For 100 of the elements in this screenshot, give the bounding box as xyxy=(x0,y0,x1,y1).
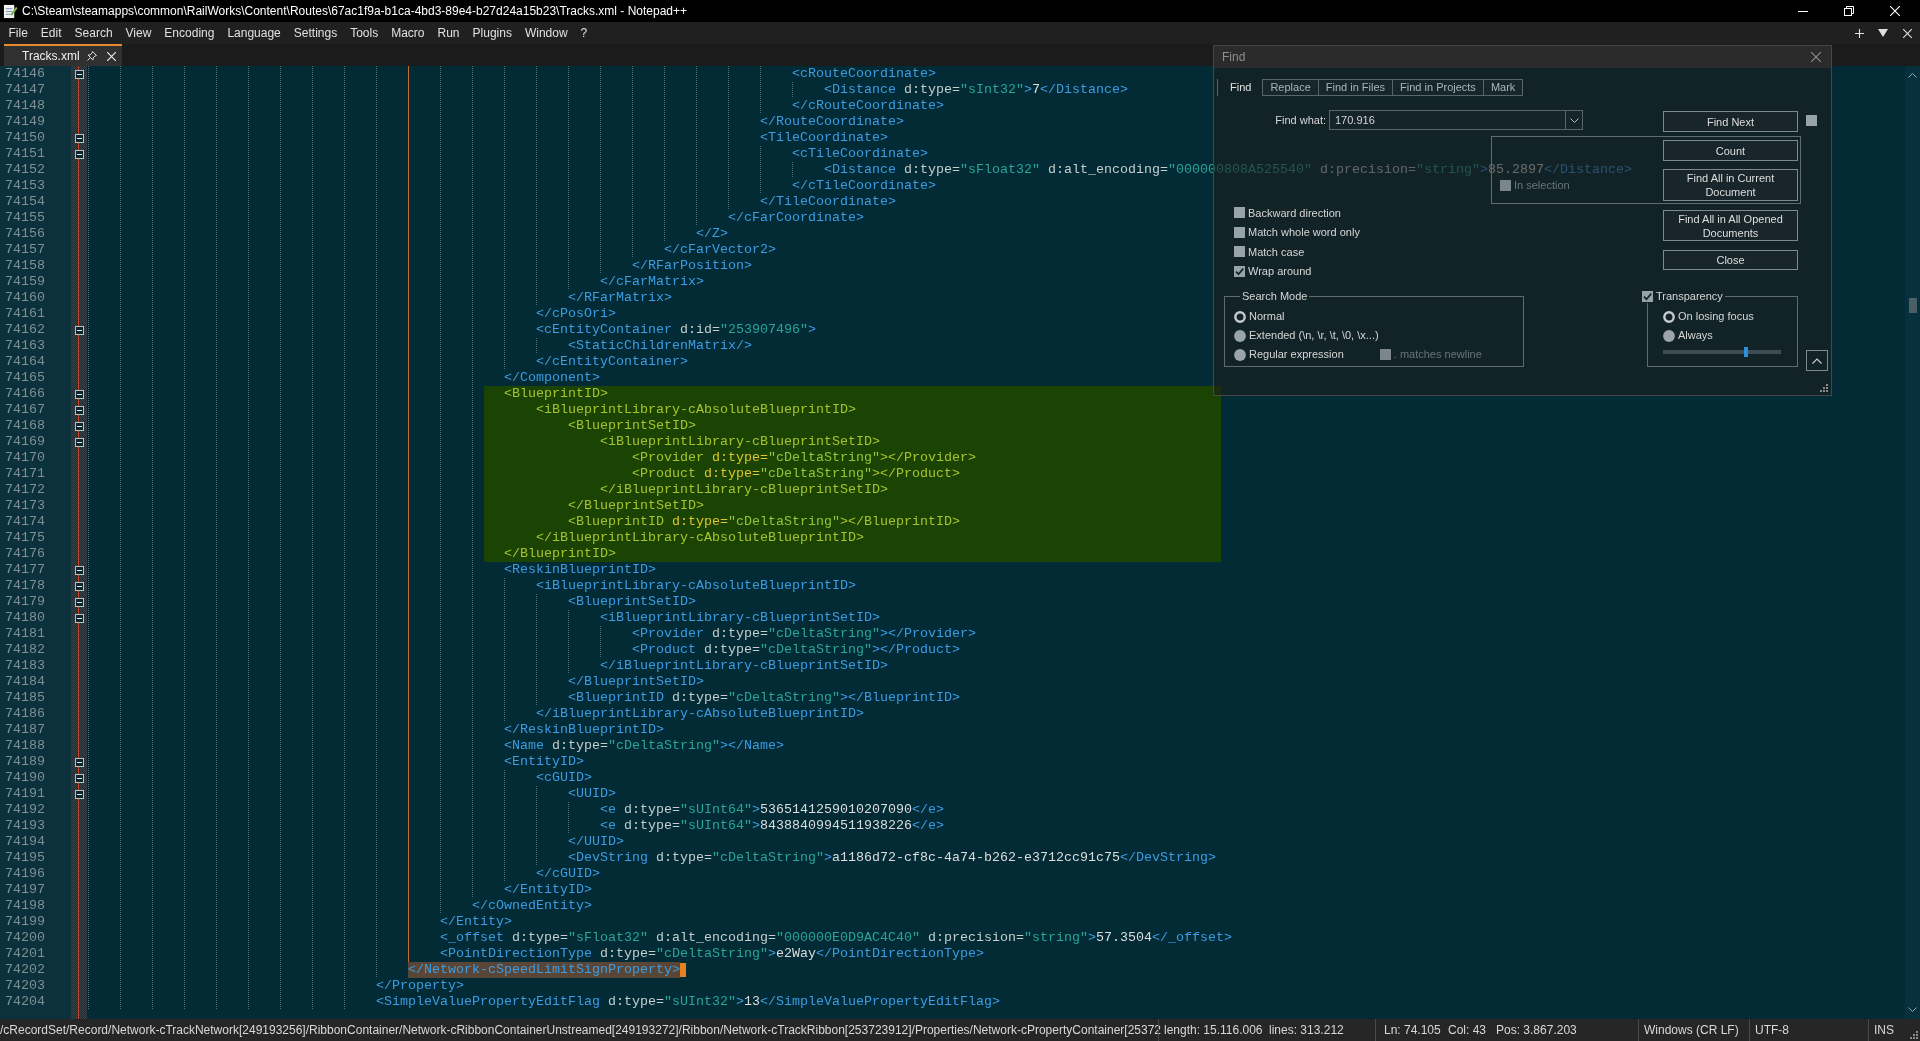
code-line: </iBlueprintLibrary-cBlueprintSetID> xyxy=(600,482,888,498)
collapse-button[interactable] xyxy=(1806,350,1828,371)
dialog-tab[interactable]: Find in Projects xyxy=(1392,79,1484,96)
chevron-up-icon[interactable] xyxy=(1908,73,1917,78)
fold-minus-icon[interactable] xyxy=(74,437,84,447)
restore-icon[interactable] xyxy=(1844,6,1854,16)
fold-minus-icon[interactable] xyxy=(74,421,84,431)
menu-item[interactable]: Settings xyxy=(287,24,344,42)
fold-minus-icon[interactable] xyxy=(74,133,84,143)
code-line: </cEntityContainer> xyxy=(536,354,688,370)
line-number: 74200 xyxy=(5,930,45,946)
fold-minus-icon[interactable] xyxy=(74,773,84,783)
resize-grip-icon[interactable] xyxy=(1910,1031,1918,1039)
menu-item[interactable]: Window xyxy=(518,24,575,42)
dropdown-button[interactable] xyxy=(1565,111,1582,129)
find-all-current-button[interactable]: Find All in Current Document xyxy=(1663,169,1798,201)
checkbox[interactable] xyxy=(1234,265,1245,277)
fold-minus-icon[interactable] xyxy=(74,581,84,591)
line-number: 74177 xyxy=(5,562,45,578)
line-number: 74168 xyxy=(5,418,45,434)
status-eol: Windows (CR LF) xyxy=(1644,1022,1739,1039)
close-button[interactable]: Close xyxy=(1663,250,1798,270)
count-button[interactable]: Count xyxy=(1663,140,1798,161)
line-number: 74146 xyxy=(5,66,45,82)
checkbox[interactable] xyxy=(1234,226,1245,238)
radio-button[interactable] xyxy=(1663,310,1675,323)
checkbox[interactable] xyxy=(1806,115,1817,126)
line-number: 74150 xyxy=(5,130,45,146)
minimize-icon[interactable] xyxy=(1798,10,1808,12)
code-line: <Product d:type="cDeltaString"></Product> xyxy=(632,466,960,482)
checkbox[interactable] xyxy=(1234,246,1245,258)
radio-button[interactable] xyxy=(1663,329,1675,342)
code-line: </ReskinBlueprintID> xyxy=(504,722,664,738)
fold-minus-icon[interactable] xyxy=(74,757,84,767)
dialog-tab[interactable]: Replace xyxy=(1262,79,1319,96)
code-line: <Product d:type="cDeltaString"></Product> xyxy=(632,642,960,658)
menu-item[interactable]: Tools xyxy=(343,24,385,42)
find-next-button[interactable]: Find Next xyxy=(1663,111,1798,132)
line-number: 74164 xyxy=(5,354,45,370)
find-all-opened-button[interactable]: Find All in All Opened Documents xyxy=(1663,210,1798,241)
menu-item[interactable]: Encoding xyxy=(157,24,221,42)
line-number: 74188 xyxy=(5,738,45,754)
checkbox[interactable] xyxy=(1642,290,1653,302)
line-number: 74178 xyxy=(5,578,45,594)
dialog-tab[interactable]: Find in Files xyxy=(1317,79,1394,96)
line-number: 74169 xyxy=(5,434,45,450)
status-line: Ln: 74.105 xyxy=(1384,1022,1442,1039)
fold-minus-icon[interactable] xyxy=(74,69,84,79)
fold-minus-icon[interactable] xyxy=(74,389,84,399)
scrollbar-thumb[interactable] xyxy=(1908,298,1917,313)
caret-down-icon[interactable] xyxy=(1878,29,1888,37)
find-what-field[interactable]: 170.916 xyxy=(1329,110,1583,130)
code-line: <PointDirectionType d:type="cDeltaString">e2Way</PointDirectionType> xyxy=(440,946,984,962)
line-number: 74148 xyxy=(5,98,45,114)
line-number: 74155 xyxy=(5,210,45,226)
slider-thumb[interactable] xyxy=(1743,347,1748,357)
menu-item[interactable]: File xyxy=(2,24,35,42)
pin-icon[interactable] xyxy=(87,51,97,61)
plus-icon[interactable] xyxy=(1854,28,1864,38)
line-number: 74189 xyxy=(5,754,45,770)
dialog-tab[interactable]: Find xyxy=(1217,79,1264,96)
code-line: </cTileCoordinate> xyxy=(792,178,936,194)
fold-minus-icon[interactable] xyxy=(74,405,84,415)
line-number: 74179 xyxy=(5,594,45,610)
fold-minus-icon[interactable] xyxy=(74,149,84,159)
fold-minus-icon[interactable] xyxy=(74,597,84,607)
menu-item[interactable]: Language xyxy=(220,24,288,42)
menu-item[interactable]: ? xyxy=(574,24,594,42)
dialog-tab[interactable]: Mark xyxy=(1482,79,1524,96)
menu-item[interactable]: Plugins xyxy=(466,24,519,42)
fold-minus-icon[interactable] xyxy=(74,613,84,623)
menu-item[interactable]: Search xyxy=(68,24,120,42)
fold-minus-icon[interactable] xyxy=(74,565,84,575)
radio-button[interactable] xyxy=(1234,348,1246,361)
line-number: 74180 xyxy=(5,610,45,626)
line-number: 74191 xyxy=(5,786,45,802)
radio-button[interactable] xyxy=(1234,329,1246,342)
menu-item[interactable]: View xyxy=(119,24,158,42)
chevron-down-icon[interactable] xyxy=(1908,1007,1917,1012)
radio-button[interactable] xyxy=(1234,310,1246,323)
line-number: 74167 xyxy=(5,402,45,418)
fold-minus-icon[interactable] xyxy=(74,325,84,335)
line-number: 74157 xyxy=(5,242,45,258)
menu-item[interactable]: Macro xyxy=(384,24,431,42)
line-number: 74199 xyxy=(5,914,45,930)
menu-item[interactable]: Edit xyxy=(34,24,69,42)
menu-item[interactable]: Run xyxy=(431,24,467,42)
code-line: </RFarMatrix> xyxy=(568,290,672,306)
code-line: </iBlueprintLibrary-cAbsoluteBlueprintID> xyxy=(536,530,864,546)
vertical-scrollbar[interactable] xyxy=(1905,66,1920,1019)
resize-grip-icon[interactable] xyxy=(1820,384,1828,392)
transparency-slider[interactable] xyxy=(1663,347,1781,357)
checkbox[interactable] xyxy=(1234,207,1245,219)
dialog-title: Find xyxy=(1222,49,1246,66)
fold-minus-icon[interactable] xyxy=(74,789,84,799)
line-number: 74158 xyxy=(5,258,45,274)
code-line: <TileCoordinate> xyxy=(760,130,888,146)
file-tab[interactable]: Tracks.xml xyxy=(4,44,122,66)
code-line: </Property> xyxy=(376,978,464,994)
code-line: <e d:type="sUInt64">8438840994511938226</e> xyxy=(600,818,944,834)
